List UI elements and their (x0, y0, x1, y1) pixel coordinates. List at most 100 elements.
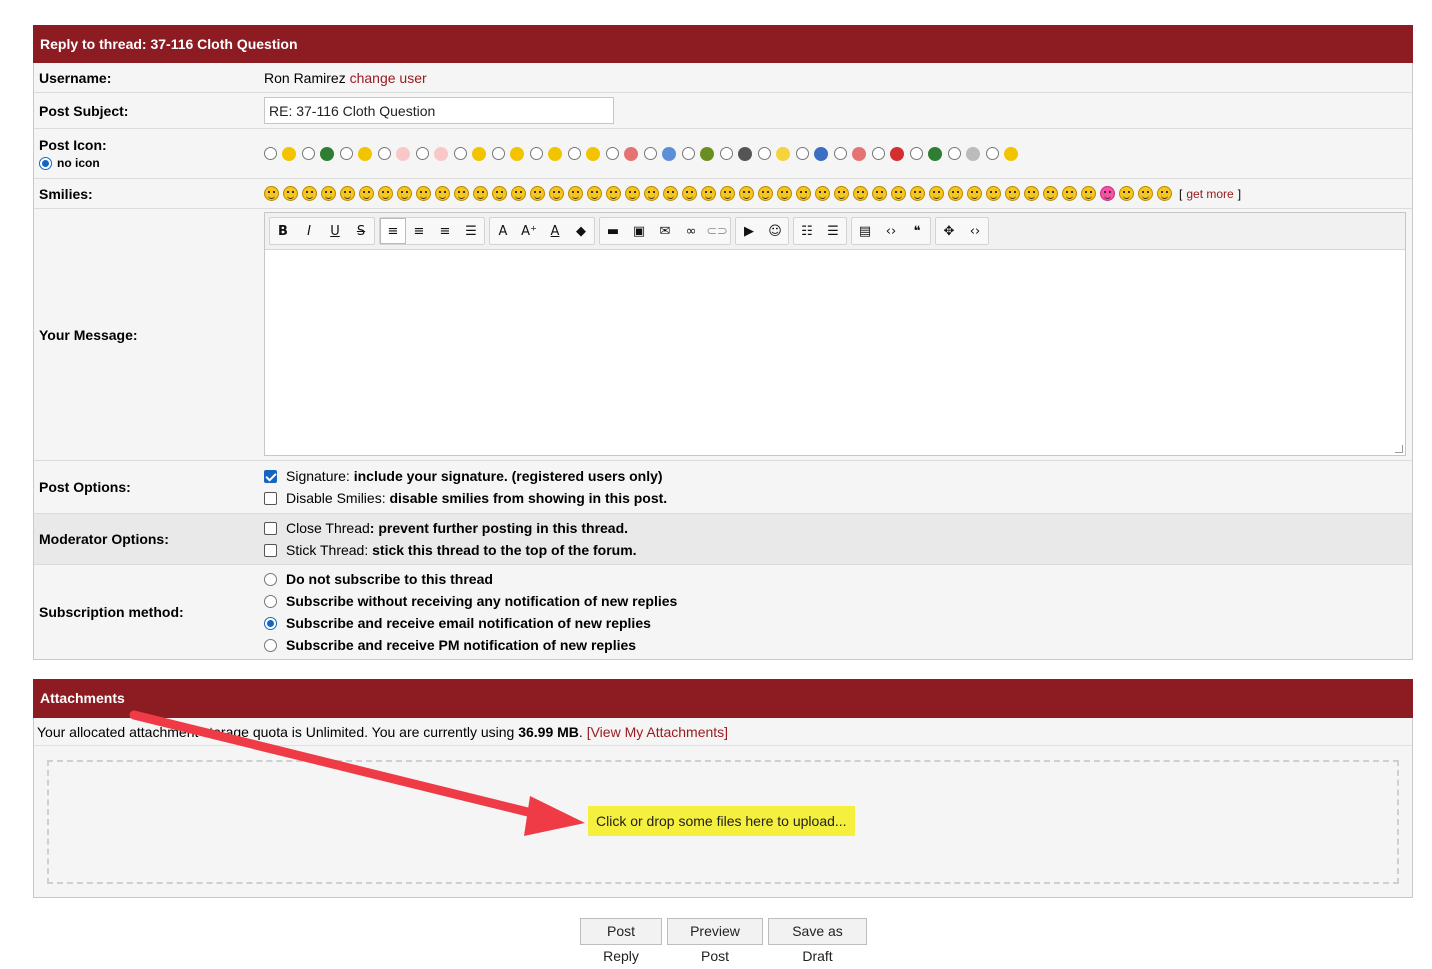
smiley-icon[interactable] (283, 186, 298, 201)
resize-handle[interactable] (1395, 445, 1403, 453)
subscription-option[interactable]: Subscribe and receive PM notification of… (264, 634, 636, 656)
smiley-icon[interactable] (1043, 186, 1058, 201)
view-attachments-link[interactable]: [View My Attachments] (587, 724, 728, 740)
post-icon-radio[interactable] (454, 147, 467, 160)
subscription-option[interactable]: Do not subscribe to this thread (264, 568, 493, 590)
post-icon-radio[interactable] (340, 147, 353, 160)
smiley-icon[interactable] (511, 186, 526, 201)
image-icon[interactable]: ▣ (626, 218, 652, 244)
save-draft-button[interactable]: Save as Draft (768, 918, 867, 964)
smiley-icon[interactable] (264, 186, 279, 201)
post-icon-radio[interactable] (986, 147, 999, 160)
smiley-icon[interactable] (777, 186, 792, 201)
numbered-list-icon[interactable]: ☰ (820, 218, 846, 244)
smiley-icon[interactable] (454, 186, 469, 201)
youtube-icon[interactable]: ▶ (736, 218, 762, 244)
font-size-icon[interactable]: A⁺ (516, 218, 542, 244)
bullet-list-icon[interactable]: ☷ (794, 218, 820, 244)
underline-button[interactable]: U (322, 218, 348, 244)
smiley-icon[interactable] (1024, 186, 1039, 201)
font-icon[interactable]: A (490, 218, 516, 244)
post-icon-option[interactable] (720, 146, 752, 161)
maximize-icon[interactable]: ✥ (936, 218, 962, 244)
smiley-icon[interactable] (606, 186, 621, 201)
smiley-icon[interactable] (853, 186, 868, 201)
post-icon-radio[interactable] (606, 147, 619, 160)
code-icon[interactable]: ‹› (878, 218, 904, 244)
horizontal-rule-icon[interactable]: ▬ (600, 218, 626, 244)
post-icon-option[interactable] (302, 146, 334, 161)
subscription-radio[interactable] (264, 638, 277, 652)
strikethrough-button[interactable]: S (348, 218, 374, 244)
post-icon-radio[interactable] (530, 147, 543, 160)
smiley-icon[interactable] (891, 186, 906, 201)
post-icon-option[interactable] (758, 146, 790, 161)
link-icon[interactable]: ∞ (678, 218, 704, 244)
post-icon-radio[interactable] (758, 147, 771, 160)
post-icon-option[interactable] (910, 146, 942, 161)
align-left-button[interactable]: ≡ (380, 218, 406, 244)
smiley-icon[interactable] (530, 186, 545, 201)
email-icon[interactable]: ✉ (652, 218, 678, 244)
post-icon-option[interactable] (568, 146, 600, 161)
smiley-icon[interactable] (1062, 186, 1077, 201)
smiley-icon[interactable] (1119, 186, 1134, 201)
smiley-icon[interactable] (644, 186, 659, 201)
post-icon-radio[interactable] (302, 147, 315, 160)
bold-button[interactable]: B (270, 218, 296, 244)
post-icon-radio[interactable] (796, 147, 809, 160)
smiley-icon[interactable] (321, 186, 336, 201)
post-icon-option[interactable] (454, 146, 486, 161)
get-more-smilies-link[interactable]: get more (1186, 187, 1233, 201)
subscription-radio[interactable] (264, 594, 277, 608)
smiley-icon[interactable] (416, 186, 431, 201)
post-icon-option[interactable] (796, 146, 828, 161)
smiley-icon[interactable] (834, 186, 849, 201)
subscription-radio[interactable] (264, 616, 277, 630)
smiley-icon[interactable] (796, 186, 811, 201)
stick-thread-checkbox[interactable] (264, 543, 277, 557)
smiley-icon[interactable] (359, 186, 374, 201)
italic-button[interactable]: I (296, 218, 322, 244)
smiley-icon[interactable] (967, 186, 982, 201)
signature-checkbox[interactable] (264, 469, 277, 483)
post-subject-input[interactable] (264, 97, 614, 124)
smiley-icon[interactable] (340, 186, 355, 201)
post-icon-option[interactable] (264, 146, 296, 161)
smiley-icon[interactable] (1081, 186, 1096, 201)
align-right-button[interactable]: ≡ (432, 218, 458, 244)
smiley-icon[interactable] (948, 186, 963, 201)
align-center-button[interactable]: ≡ (406, 218, 432, 244)
smiley-icon[interactable] (625, 186, 640, 201)
unlink-icon[interactable]: ⊂⊃ (704, 218, 730, 244)
smiley-icon[interactable] (435, 186, 450, 201)
smiley-icon[interactable] (929, 186, 944, 201)
disable-smilies-checkbox[interactable] (264, 491, 277, 505)
subscription-option[interactable]: Subscribe and receive email notification… (264, 612, 651, 634)
smiley-icon[interactable] (815, 186, 830, 201)
no-icon-radio[interactable] (39, 156, 52, 170)
smiley-icon[interactable] (587, 186, 602, 201)
post-icon-radio[interactable] (720, 147, 733, 160)
subscription-radio[interactable] (264, 572, 277, 586)
dropzone[interactable]: Click or drop some files here to upload.… (47, 760, 1399, 884)
post-icon-option[interactable] (530, 146, 562, 161)
post-icon-option[interactable] (378, 146, 410, 161)
smiley-icon[interactable] (1100, 186, 1115, 201)
smiley-icon[interactable] (720, 186, 735, 201)
emoticon-icon[interactable]: ☺ (762, 218, 788, 244)
font-color-icon[interactable]: A (542, 218, 568, 244)
smiley-icon[interactable] (1138, 186, 1153, 201)
post-icon-radio[interactable] (416, 147, 429, 160)
dropzone-text[interactable]: Click or drop some files here to upload.… (588, 806, 855, 836)
post-reply-button[interactable]: Post Reply (580, 918, 662, 964)
post-icon-radio[interactable] (682, 147, 695, 160)
smiley-icon[interactable] (473, 186, 488, 201)
post-icon-option[interactable] (340, 146, 372, 161)
preview-post-button[interactable]: Preview Post (667, 918, 763, 964)
smiley-icon[interactable] (549, 186, 564, 201)
justify-button[interactable]: ☰ (458, 218, 484, 244)
post-icon-option[interactable] (948, 146, 980, 161)
smiley-icon[interactable] (663, 186, 678, 201)
post-icon-radio[interactable] (492, 147, 505, 160)
